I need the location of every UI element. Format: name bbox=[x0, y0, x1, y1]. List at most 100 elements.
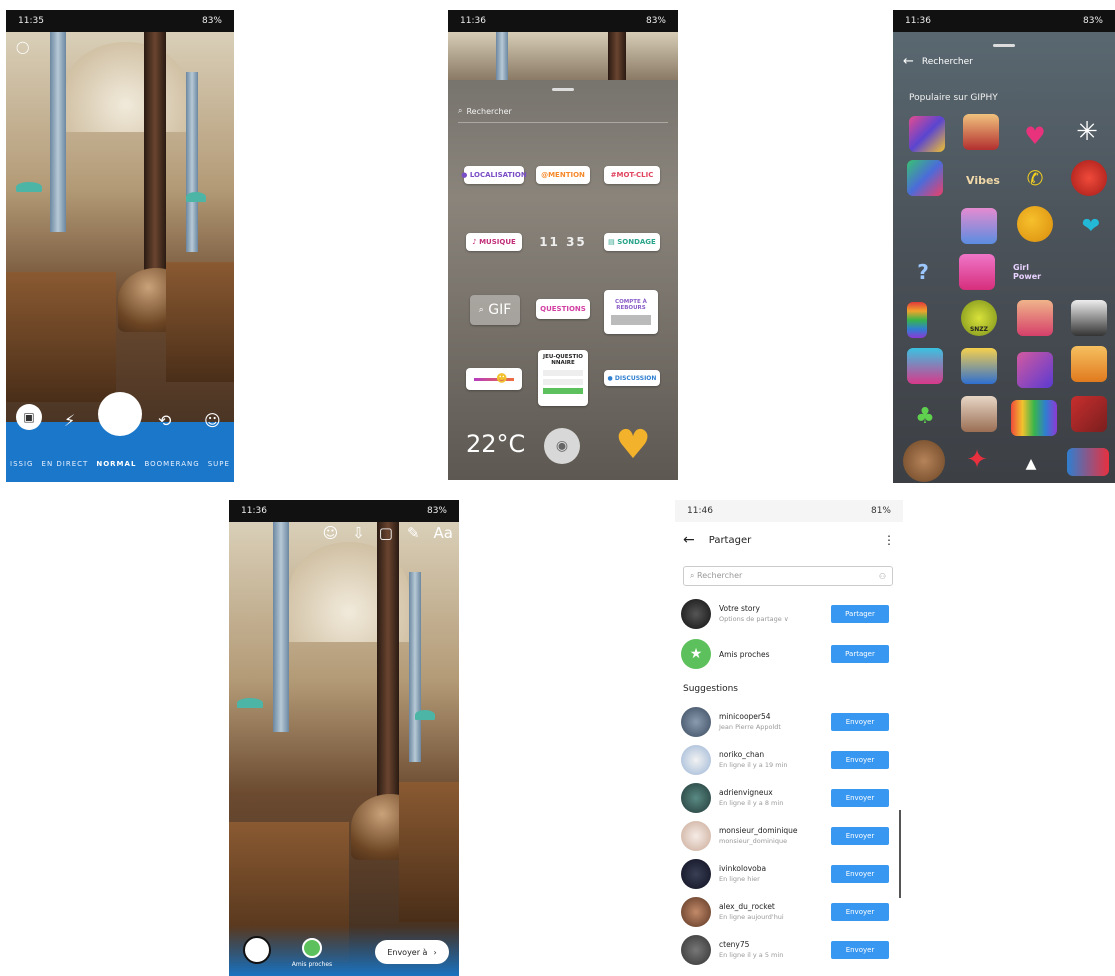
row-name: Votre story bbox=[719, 604, 760, 613]
chat-icon: ● bbox=[607, 374, 613, 382]
effects-icon[interactable]: ☺ bbox=[204, 411, 221, 430]
chat-sticker[interactable]: ● DISCUSSION bbox=[604, 370, 660, 386]
send-button[interactable]: Envoyer bbox=[831, 713, 889, 731]
send-to-button[interactable]: Envoyer à › bbox=[375, 940, 449, 964]
back-arrow-icon[interactable]: ← bbox=[903, 54, 914, 69]
rainbow-gif[interactable] bbox=[907, 302, 927, 338]
hearts-gif-icon[interactable]: ❤ bbox=[1073, 208, 1109, 244]
sticker-icon[interactable]: ▢ bbox=[379, 524, 393, 542]
tab-mode-2[interactable]: NORMAL bbox=[96, 460, 136, 468]
download-icon[interactable]: ⇩ bbox=[352, 524, 365, 542]
poll-sticker[interactable]: ▤ SONDAGE bbox=[604, 233, 660, 251]
more-options-icon[interactable]: ⋮ bbox=[883, 533, 895, 547]
time-sticker[interactable]: 11 35 bbox=[536, 231, 590, 253]
gif-item[interactable] bbox=[1067, 448, 1109, 476]
gallery-icon[interactable]: ▣ bbox=[16, 404, 42, 430]
send-button[interactable]: Envoyer bbox=[831, 865, 889, 883]
strawberry-gif-icon[interactable] bbox=[1071, 160, 1107, 196]
flash-icon[interactable]: ⚡ bbox=[64, 411, 75, 430]
gif-item[interactable]: ✦ bbox=[959, 442, 995, 478]
hashtag-sticker[interactable]: #MOT-CLIC bbox=[604, 166, 660, 184]
send-button[interactable]: Envoyer bbox=[831, 903, 889, 921]
gif-sticker[interactable]: ⌕ GIF bbox=[470, 295, 520, 325]
status-battery: 83% bbox=[1082, 16, 1103, 26]
send-button[interactable]: Envoyer bbox=[831, 789, 889, 807]
tab-mode-0[interactable]: ISSIG bbox=[10, 460, 33, 468]
gif-item[interactable] bbox=[1071, 396, 1107, 432]
share-close-friends-button[interactable]: Partager bbox=[831, 645, 889, 663]
quiz-sticker[interactable]: JEU-QUESTIO NNAIRE bbox=[538, 350, 588, 406]
gif-item[interactable]: ▲ bbox=[1013, 446, 1049, 482]
share-header: ← Partager ⋮ bbox=[675, 522, 903, 558]
search-input[interactable]: ⌕ Rechercher ⚇ bbox=[683, 566, 893, 586]
bear-gif[interactable] bbox=[903, 440, 945, 482]
gif-item[interactable] bbox=[961, 396, 997, 432]
emoji-slider-sticker[interactable]: ☻ bbox=[466, 368, 522, 390]
sticker-search-input[interactable]: ⌕ Rechercher bbox=[458, 100, 668, 123]
add-people-icon[interactable]: ⚇ bbox=[879, 572, 886, 581]
face-filter-icon[interactable]: ☺ bbox=[323, 524, 339, 542]
gif-item[interactable] bbox=[1011, 400, 1057, 436]
tab-mode-3[interactable]: BOOMERANG bbox=[144, 460, 199, 468]
drag-handle[interactable] bbox=[552, 88, 574, 91]
avatar bbox=[681, 745, 711, 775]
gif-item[interactable] bbox=[1017, 300, 1053, 336]
shutter-button[interactable] bbox=[98, 392, 142, 436]
gif-item[interactable] bbox=[1017, 206, 1053, 242]
mention-sticker[interactable]: @MENTION bbox=[536, 166, 590, 184]
music-sticker[interactable]: ♪ MUSIQUE bbox=[466, 233, 522, 251]
tab-mode-1[interactable]: EN DIRECT bbox=[42, 460, 89, 468]
row-name: Amis proches bbox=[719, 649, 770, 659]
settings-icon[interactable]: ◯ bbox=[16, 40, 29, 54]
temperature-sticker[interactable]: 22°C bbox=[466, 430, 525, 458]
back-arrow-icon[interactable]: ← bbox=[683, 532, 695, 548]
send-button[interactable]: Envoyer bbox=[831, 827, 889, 845]
star-burst-gif-icon[interactable]: ✳ bbox=[1069, 114, 1105, 150]
heart-sticker-icon[interactable]: ♥ bbox=[608, 422, 658, 468]
gif-item[interactable] bbox=[907, 348, 943, 384]
sleepy-gif[interactable]: SNZZ bbox=[961, 300, 997, 336]
scrollbar[interactable] bbox=[899, 810, 901, 898]
suggestions-heading: Suggestions bbox=[683, 684, 738, 694]
countdown-sticker-label: COMPTE À REBOURS bbox=[615, 299, 647, 311]
avatar bbox=[681, 783, 711, 813]
fox-gif[interactable] bbox=[1071, 346, 1107, 382]
giphy-search-bar[interactable]: ← Rechercher bbox=[903, 54, 973, 69]
share-story-button[interactable]: Partager bbox=[831, 605, 889, 623]
send-button[interactable]: Envoyer bbox=[831, 751, 889, 769]
cactus-gif-icon[interactable]: ♣ bbox=[907, 398, 943, 434]
girl-power-gif[interactable]: Girl Power bbox=[1013, 254, 1057, 290]
text-tool-button[interactable]: Aa bbox=[434, 524, 453, 542]
pen-icon[interactable]: ✎ bbox=[407, 524, 420, 542]
gif-item[interactable] bbox=[1073, 254, 1109, 290]
countdown-sticker[interactable]: COMPTE À REBOURS bbox=[604, 290, 658, 334]
photo-strip bbox=[448, 32, 678, 80]
share-screen: 11:46 81% ← Partager ⋮ ⌕ Rechercher ⚇ Vo… bbox=[675, 500, 903, 976]
gif-item[interactable] bbox=[909, 116, 945, 152]
status-battery: 83% bbox=[426, 506, 447, 516]
gif-item[interactable] bbox=[961, 208, 997, 244]
row-sub[interactable]: Options de partage ∨ bbox=[719, 614, 831, 625]
your-story-avatar[interactable] bbox=[243, 936, 271, 964]
questions-sticker-label: QUESTIONS bbox=[540, 305, 586, 313]
tab-mode-4[interactable]: SUPE bbox=[208, 460, 230, 468]
vibes-gif[interactable]: Vibes bbox=[959, 162, 1007, 198]
send-button[interactable]: Envoyer bbox=[831, 941, 889, 959]
gif-item[interactable] bbox=[963, 114, 999, 150]
gif-item[interactable] bbox=[907, 160, 943, 196]
gif-item[interactable] bbox=[961, 348, 997, 384]
question-marks-gif-icon[interactable]: ? bbox=[905, 254, 941, 290]
gif-item[interactable] bbox=[959, 254, 995, 290]
countdown-digits bbox=[611, 315, 651, 325]
time-sticker-label: 11 35 bbox=[539, 235, 587, 249]
heart-gif-icon[interactable]: ♥ bbox=[1017, 118, 1053, 154]
location-sticker[interactable]: ● LOCALISATION bbox=[461, 166, 527, 184]
gif-item[interactable] bbox=[1071, 300, 1107, 336]
close-friends-button[interactable]: Amis proches bbox=[287, 938, 337, 968]
phone-gif-icon[interactable]: ✆ bbox=[1017, 160, 1053, 196]
drag-handle[interactable] bbox=[993, 44, 1015, 47]
gif-item[interactable] bbox=[1017, 352, 1053, 388]
questions-sticker[interactable]: QUESTIONS bbox=[536, 299, 590, 319]
switch-camera-icon[interactable]: ⟲ bbox=[158, 411, 171, 430]
camera-sticker-icon[interactable]: ◉ bbox=[544, 428, 580, 464]
